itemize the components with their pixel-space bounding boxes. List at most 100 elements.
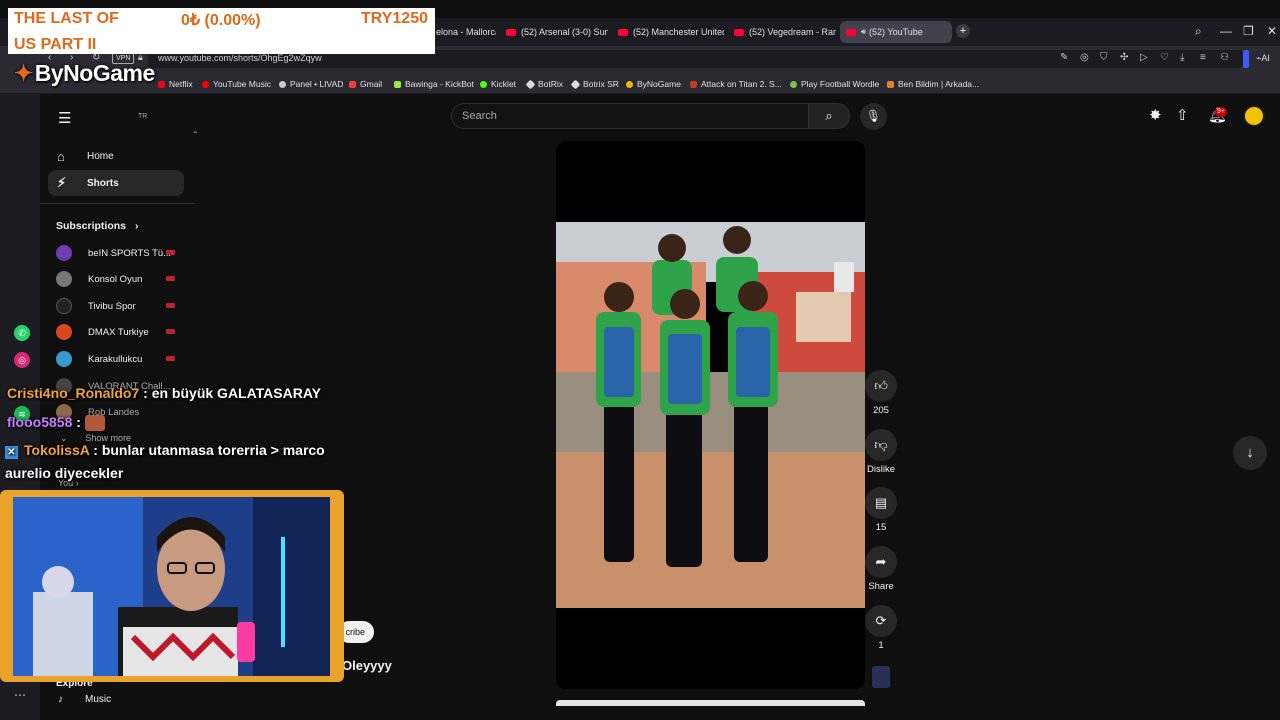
youtube-favicon-icon	[506, 28, 516, 36]
bookmark[interactable]: Kicklet	[480, 79, 516, 89]
bynogame-logo: ✦ByNoGame	[14, 60, 155, 86]
remix-icon: ⟳	[875, 613, 887, 628]
bookmark[interactable]: BotRix	[525, 79, 563, 89]
hamburger-menu-icon[interactable]: ☰	[58, 109, 71, 127]
upload-icon[interactable]: ⇧	[1176, 106, 1189, 124]
subscription-item[interactable]: Konsol Oyun	[56, 269, 142, 289]
wordle-icon	[790, 80, 797, 88]
short-video-frame[interactable]	[556, 222, 865, 608]
camera-icon[interactable]: ◎	[1080, 52, 1089, 63]
comment-icon: ▤	[874, 495, 888, 510]
extension-icon[interactable]: ✣	[1120, 52, 1128, 63]
browser-tab[interactable]: (52) Vegedream - Ramene	[728, 21, 836, 43]
instagram-icon[interactable]: ◎	[14, 352, 30, 368]
url-text[interactable]: www.youtube.com/shorts/OhgEg2wZqyw	[158, 53, 322, 63]
webcam-feed	[13, 497, 330, 676]
download-icon[interactable]: ⤓	[1180, 52, 1184, 63]
share-button[interactable]: ➦	[865, 546, 897, 578]
bookmark[interactable]: Panel • LIVAD	[279, 79, 343, 89]
search-input[interactable]: Search	[451, 103, 808, 129]
voice-search-button[interactable]: 🎙︎	[860, 103, 887, 130]
chat-username: TokolissA	[24, 442, 90, 458]
sound-thumbnail[interactable]	[872, 666, 890, 688]
browser-tab[interactable]: (52) Manchester United (2	[612, 21, 724, 43]
remix-button[interactable]: ⟳	[865, 605, 897, 637]
bookmark[interactable]: YouTube Music	[202, 79, 271, 89]
subscriptions-header[interactable]: Subscriptions ›	[56, 220, 138, 232]
dislike-button[interactable]: 👎︎	[865, 429, 897, 461]
create-icon[interactable]: ✸	[1149, 106, 1162, 124]
subscription-item[interactable]: DMAX Turkiye	[56, 322, 149, 342]
bookmark[interactable]: Bawinga - KickBot	[394, 79, 474, 89]
search-placeholder: Search	[462, 110, 497, 122]
search-button[interactable]: ⌕	[808, 103, 850, 129]
kickbot-icon	[394, 80, 401, 88]
chat-message: Cristi4no_Ronaldo7 : en büyük GALATASARA…	[7, 385, 322, 401]
sidebar-item-shorts[interactable]: ⚡︎ Shorts	[48, 170, 184, 196]
channel-avatar	[56, 245, 72, 261]
chevron-right-icon: ›	[134, 220, 139, 232]
remix-count: 1	[878, 640, 884, 651]
whatsapp-icon[interactable]: ✆	[14, 325, 30, 341]
bookmark[interactable]: Ben Bildim | Arkada...	[887, 79, 979, 89]
subscription-item[interactable]: Karakullukcu	[56, 349, 142, 369]
game-title-line1: THE LAST OF	[14, 10, 119, 27]
chat-message: flooo5858 :	[7, 414, 105, 432]
minimize-icon[interactable]: —	[1220, 24, 1232, 38]
edit-icon[interactable]: ✎	[1060, 52, 1068, 63]
play-icon[interactable]: ▷	[1140, 52, 1148, 63]
like-button[interactable]: 👍︎	[865, 370, 897, 402]
tab-search-icon[interactable]: ⌕	[1195, 24, 1202, 39]
video-scene	[556, 222, 865, 608]
arrow-down-icon: ↓	[1246, 444, 1254, 461]
sidebar-item-music[interactable]: ♪ Music	[58, 694, 111, 705]
youtube-music-icon	[202, 80, 209, 88]
benbildim-icon	[887, 80, 894, 88]
more-options-icon[interactable]: ⋯	[14, 688, 26, 702]
browser-tab-active[interactable]: 🔊︎ (52) YouTube	[840, 21, 952, 43]
profile-icon[interactable]: ⚇	[1220, 52, 1229, 63]
microphone-icon: 🎙︎	[865, 109, 882, 123]
browser-tab[interactable]: elona - Mallorca |	[430, 21, 496, 43]
search-icon: ⌕	[825, 108, 833, 123]
avatar[interactable]	[1243, 105, 1265, 127]
donation-progress: 0₺ (0.00%)	[181, 12, 261, 29]
speaker-icon: 🔊︎	[861, 27, 867, 36]
subscription-item[interactable]: Tivibu Spor	[56, 296, 136, 316]
ai-extension-button[interactable]: ⌁AI	[1256, 53, 1270, 64]
share-label: Share	[868, 581, 894, 592]
next-short-preview[interactable]	[556, 700, 865, 706]
sidebar-item-home[interactable]: ⌂ Home	[48, 143, 184, 169]
flame-icon: ✦	[14, 60, 33, 86]
heart-icon[interactable]: ♡	[1160, 52, 1169, 63]
menu-icon[interactable]: ≡	[1200, 52, 1206, 63]
subscription-item[interactable]: beIN SPORTS Tü...	[56, 243, 171, 263]
bookmark[interactable]: Netflix	[158, 79, 193, 89]
bookmark[interactable]: Attack on Titan 2. S...	[690, 79, 782, 89]
next-short-button[interactable]: ↓	[1233, 436, 1267, 470]
bookmark[interactable]: Botrix SR	[570, 79, 619, 89]
close-icon[interactable]: ✕	[1267, 24, 1277, 38]
botrix-icon	[525, 79, 536, 89]
thumbs-down-icon: 👎︎	[874, 437, 888, 452]
chat-text: en büyük GALATASARAY	[151, 385, 322, 401]
youtube-favicon-icon	[734, 28, 744, 36]
bookmark[interactable]: Gmail	[349, 79, 382, 89]
comments-button[interactable]: ▤	[865, 487, 897, 519]
restore-icon[interactable]: ❐	[1243, 24, 1254, 38]
dislike-label: Dislike	[867, 464, 895, 475]
scroll-up-icon[interactable]: ⌃	[192, 130, 199, 139]
gmail-icon	[349, 80, 356, 88]
channel-avatar	[56, 324, 72, 340]
live-indicator-icon	[166, 276, 175, 281]
channel-avatar	[56, 271, 72, 287]
netflix-icon	[158, 80, 165, 88]
bookmark[interactable]: Play Football Wordle	[790, 79, 879, 89]
shield-icon[interactable]: ⛉	[1100, 52, 1108, 63]
browser-tab[interactable]: (52) Arsenal (3-0) Sunderla	[500, 21, 608, 43]
youtube-favicon-icon	[618, 28, 628, 36]
new-tab-button[interactable]: +	[956, 24, 970, 38]
sidebar-toggle-icon[interactable]	[1243, 50, 1249, 68]
botrix-sr-icon	[570, 79, 581, 89]
bookmark[interactable]: ByNoGame	[626, 79, 681, 89]
